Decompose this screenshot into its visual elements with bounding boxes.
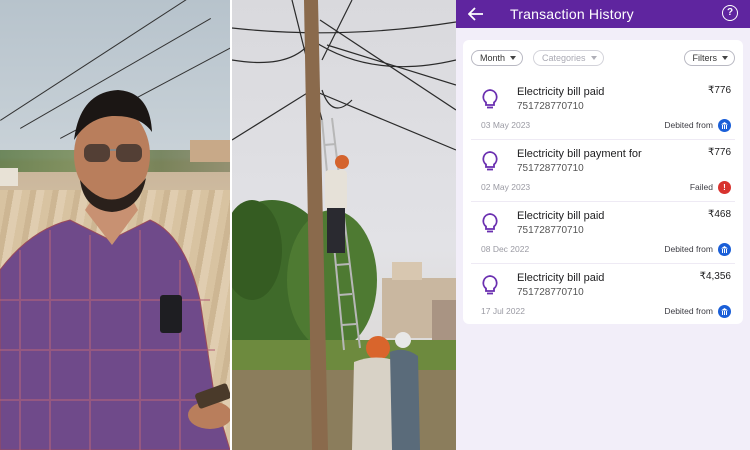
bank-icon — [718, 305, 731, 318]
transaction-date: 03 May 2023 — [481, 120, 531, 130]
transaction-amount: ₹468 — [707, 209, 731, 220]
transaction-status: Failed — [689, 182, 713, 192]
transaction-status: Debited from — [664, 244, 713, 254]
transaction-amount: ₹776 — [707, 85, 731, 96]
transaction-date: 02 May 2023 — [481, 182, 531, 192]
transaction-row[interactable]: Electricity bill paid 751728770710 ₹468 … — [463, 202, 743, 264]
chevron-down-icon — [722, 56, 728, 60]
transaction-title: Electricity bill paid — [517, 86, 605, 98]
transaction-date: 08 Dec 2022 — [481, 244, 530, 254]
bank-icon — [718, 119, 731, 132]
page-title: Transaction History — [510, 6, 634, 22]
lightbulb-icon — [482, 275, 498, 295]
back-arrow-icon[interactable] — [466, 4, 486, 24]
categories-filter-label: Categories — [542, 53, 586, 63]
transaction-account: 751728770710 — [517, 163, 584, 174]
filter-bar: Month Categories Filters — [463, 40, 743, 76]
photo-man-in-field — [0, 0, 230, 450]
month-filter-label: Month — [480, 53, 506, 63]
lightbulb-icon — [482, 89, 498, 109]
pole-scene — [232, 0, 456, 450]
help-icon[interactable]: ? — [722, 5, 738, 21]
transaction-date: 17 Jul 2022 — [481, 306, 525, 316]
transaction-amount: ₹776 — [707, 147, 731, 158]
lightbulb-icon — [482, 151, 498, 171]
app-header: Transaction History ? — [456, 0, 750, 28]
chevron-down-icon — [510, 56, 517, 60]
transaction-row[interactable]: Electricity bill paid 751728770710 ₹776 … — [463, 78, 743, 140]
man-with-phone — [0, 90, 230, 450]
transaction-account: 751728770710 — [517, 225, 584, 236]
exclamation-icon: ! — [718, 181, 731, 194]
transaction-title: Electricity bill paid — [517, 272, 605, 284]
transaction-account: 751728770710 — [517, 101, 584, 112]
transaction-title: Electricity bill paid — [517, 210, 605, 222]
transaction-status: Debited from — [664, 306, 713, 316]
month-filter-dropdown[interactable]: Month — [471, 50, 524, 66]
filters-dropdown[interactable]: Filters — [683, 50, 735, 66]
categories-filter-dropdown[interactable]: Categories — [533, 50, 604, 66]
transactions-card: Month Categories Filters Electricity bil… — [463, 40, 743, 324]
bank-icon — [718, 243, 731, 256]
transaction-amount: ₹4,356 — [699, 271, 731, 282]
filters-label: Filters — [692, 53, 718, 63]
chevron-down-icon — [590, 56, 597, 60]
transaction-status: Debited from — [664, 120, 713, 130]
transaction-title: Electricity bill payment for — [517, 148, 642, 160]
transaction-row[interactable]: Electricity bill payment for 75172877071… — [463, 140, 743, 202]
transaction-row[interactable]: Electricity bill paid 751728770710 ₹4,35… — [463, 264, 743, 326]
lightbulb-icon — [482, 213, 498, 233]
photo-linemen-at-pole — [232, 0, 456, 450]
transaction-account: 751728770710 — [517, 287, 584, 298]
transaction-history-screen: Transaction History ? Month Categories F… — [456, 0, 750, 450]
